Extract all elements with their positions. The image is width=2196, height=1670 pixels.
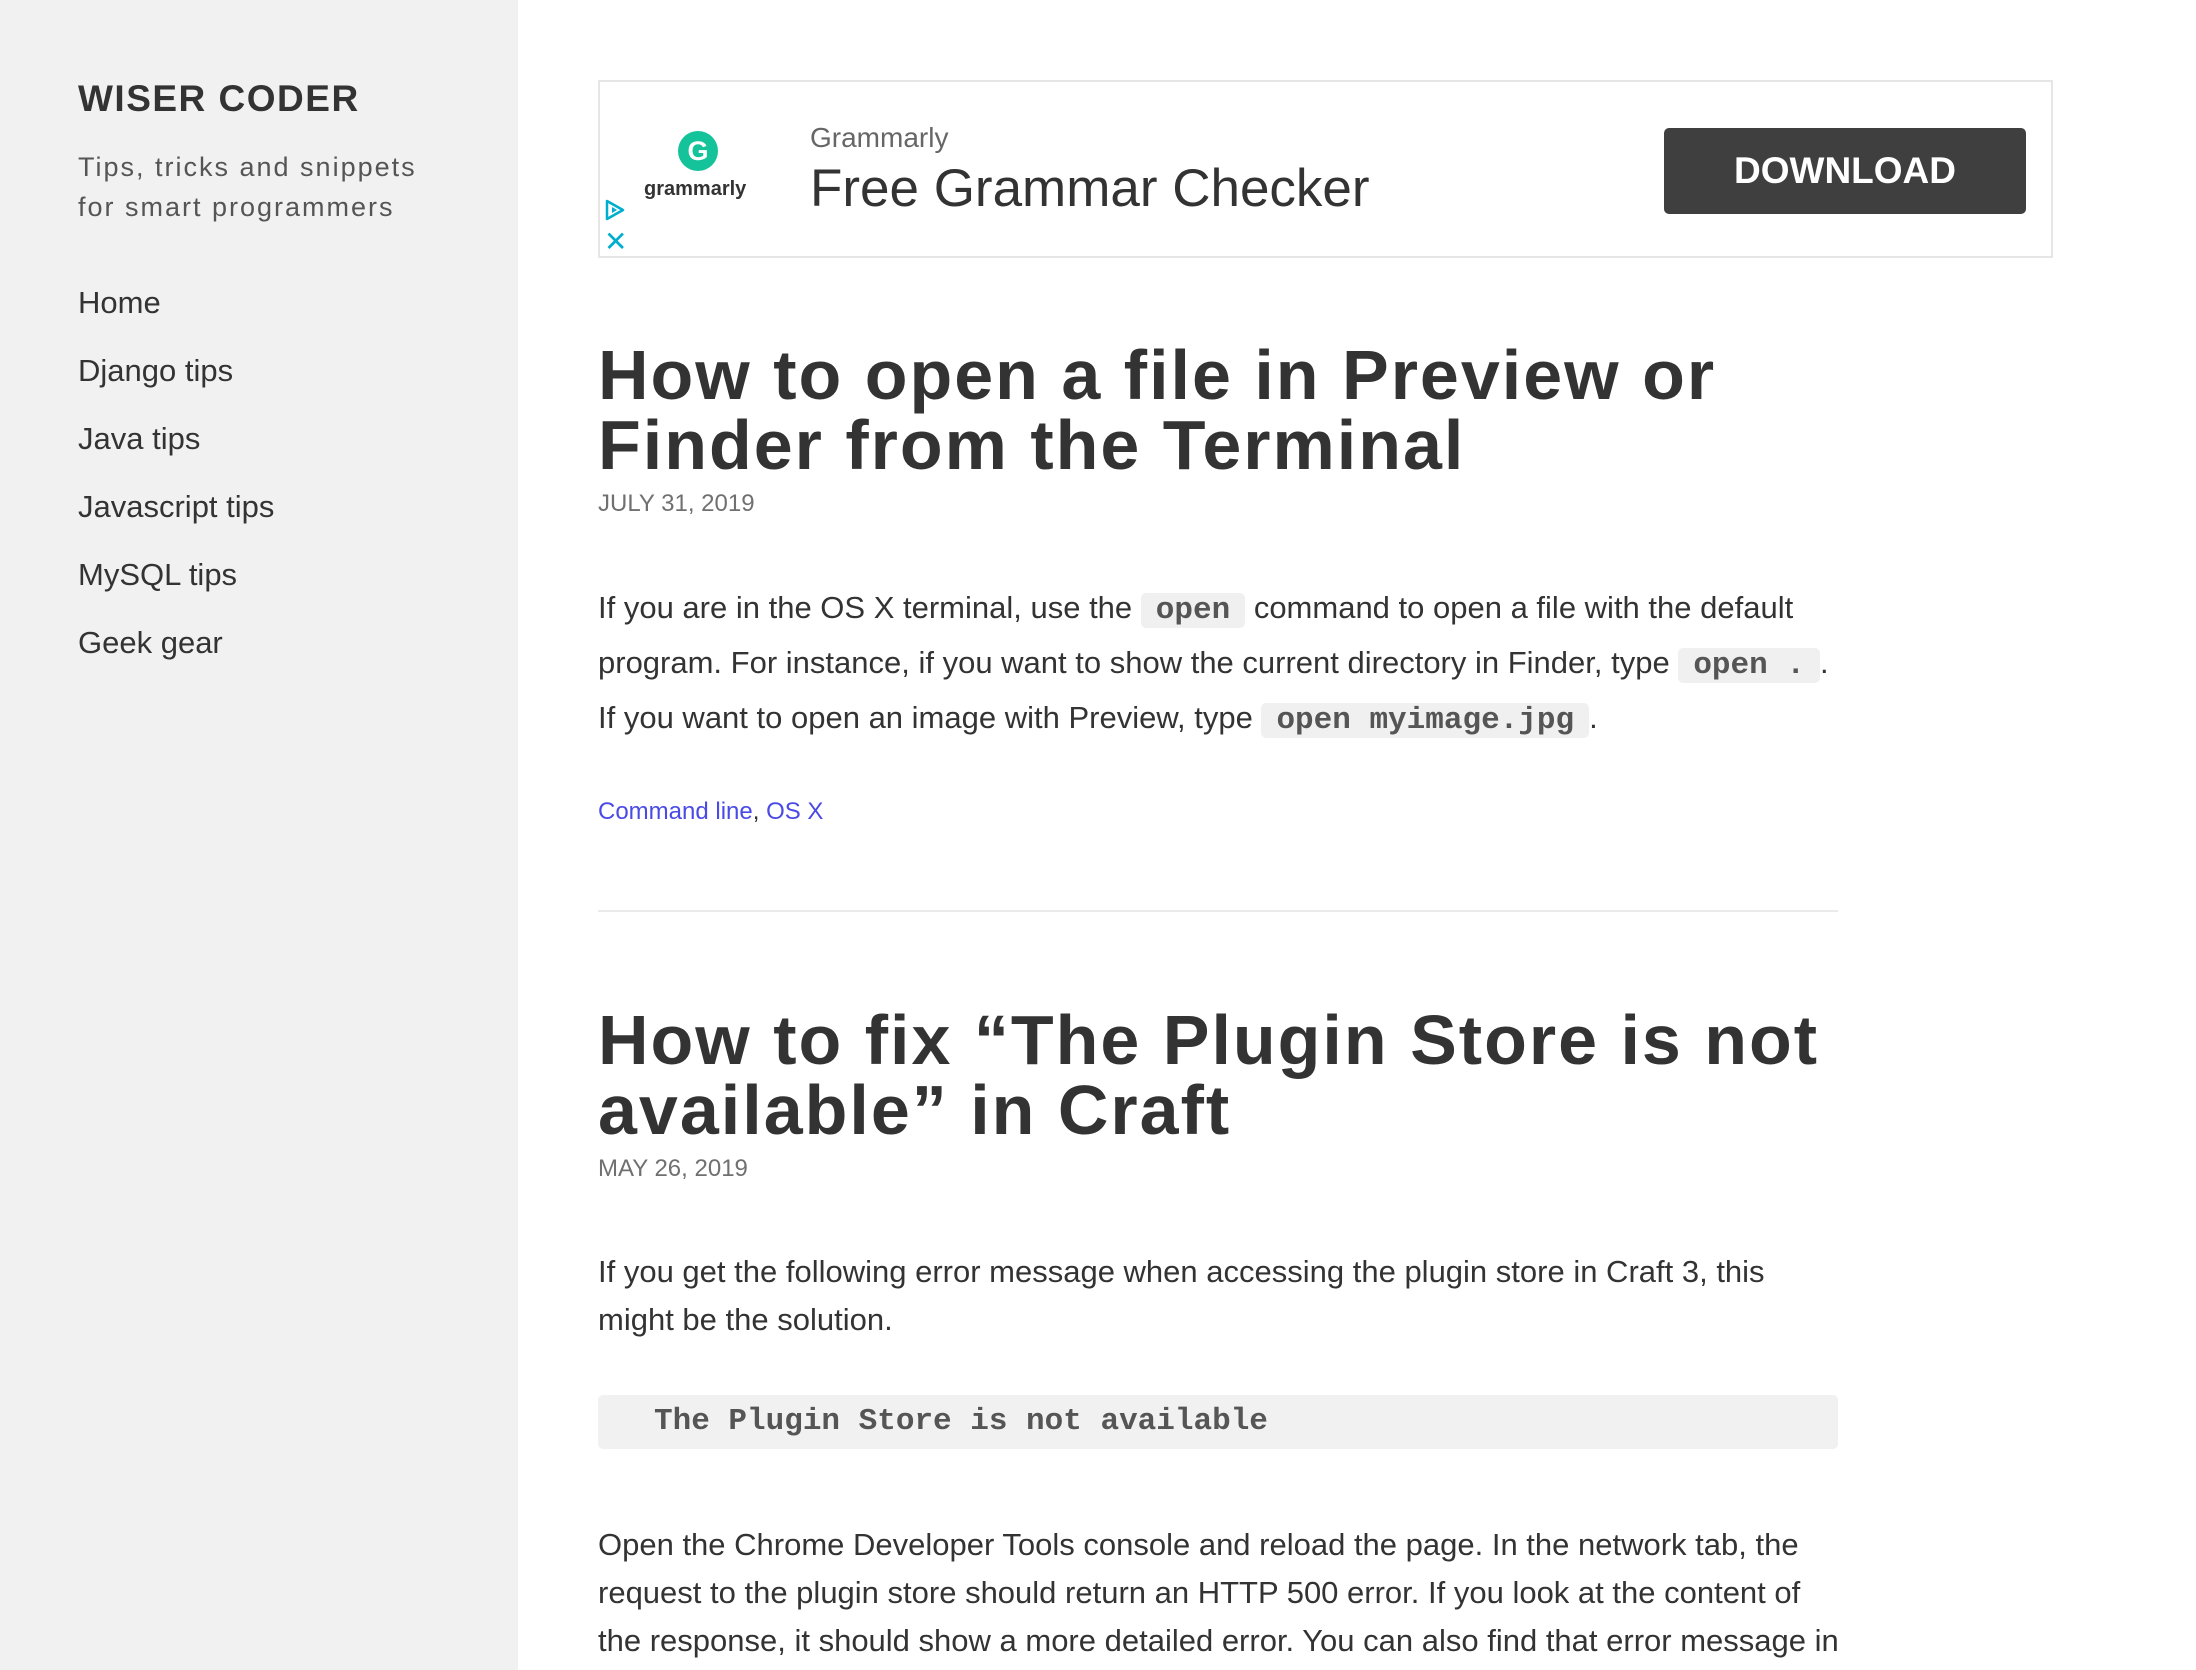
post-date[interactable]: JULY 31, 2019	[598, 490, 755, 518]
ad-advertiser[interactable]: Grammarly	[810, 122, 948, 154]
ad-close-icon[interactable]: ✕	[604, 228, 627, 256]
ad-headline[interactable]: Free Grammar Checker	[810, 158, 1370, 219]
text-run: If you are in the OS X terminal, use the	[598, 590, 1141, 625]
nav-item-django-tips[interactable]: Django tips	[78, 353, 274, 421]
ad-banner[interactable]: G grammarly ✕ Grammarly Free Grammar Che…	[598, 80, 2053, 258]
site-title[interactable]: WISER CODER	[78, 78, 360, 120]
site-description: Tips, tricks and snippets for smart prog…	[78, 152, 417, 222]
nav-item-java-tips[interactable]: Java tips	[78, 421, 274, 489]
nav-item-mysql-tips[interactable]: MySQL tips	[78, 557, 274, 625]
tag-link-command-line[interactable]: Command line	[598, 798, 753, 825]
ad-logo-text: grammarly	[644, 178, 747, 200]
adchoices-icon[interactable]	[604, 198, 626, 222]
nav-item-geek-gear[interactable]: Geek gear	[78, 625, 274, 693]
post-date[interactable]: MAY 26, 2019	[598, 1155, 748, 1183]
post-paragraph: If you get the following error message w…	[598, 1254, 1765, 1337]
tag-link-os-x[interactable]: OS X	[766, 798, 823, 825]
grammarly-logo-icon: G	[678, 131, 718, 171]
post-paragraph: Open the Chrome Developer Tools console …	[598, 1527, 1839, 1658]
inline-code: open myimage.jpg	[1261, 703, 1590, 738]
post-divider	[598, 910, 1838, 912]
text-run: .	[1589, 700, 1598, 735]
post-paragraph: If you are in the OS X terminal, use the…	[598, 582, 1838, 747]
post-tags: Command line, OS X	[598, 798, 823, 826]
post-title[interactable]: How to open a file in Preview or Finder …	[598, 340, 1858, 480]
tag-separator: ,	[752, 798, 767, 825]
inline-code: open	[1140, 593, 1246, 628]
inline-code: open .	[1678, 648, 1820, 683]
sidebar: WISER CODER Tips, tricks and snippets fo…	[0, 0, 518, 1670]
ad-download-button[interactable]: DOWNLOAD	[1664, 128, 2026, 214]
main-nav: Home Django tips Java tips Javascript ti…	[78, 285, 274, 693]
code-block: The Plugin Store is not available	[598, 1395, 1838, 1449]
post-title[interactable]: How to fix “The Plugin Store is not avai…	[598, 1005, 1858, 1145]
nav-item-home[interactable]: Home	[78, 285, 274, 353]
nav-item-javascript-tips[interactable]: Javascript tips	[78, 489, 274, 557]
